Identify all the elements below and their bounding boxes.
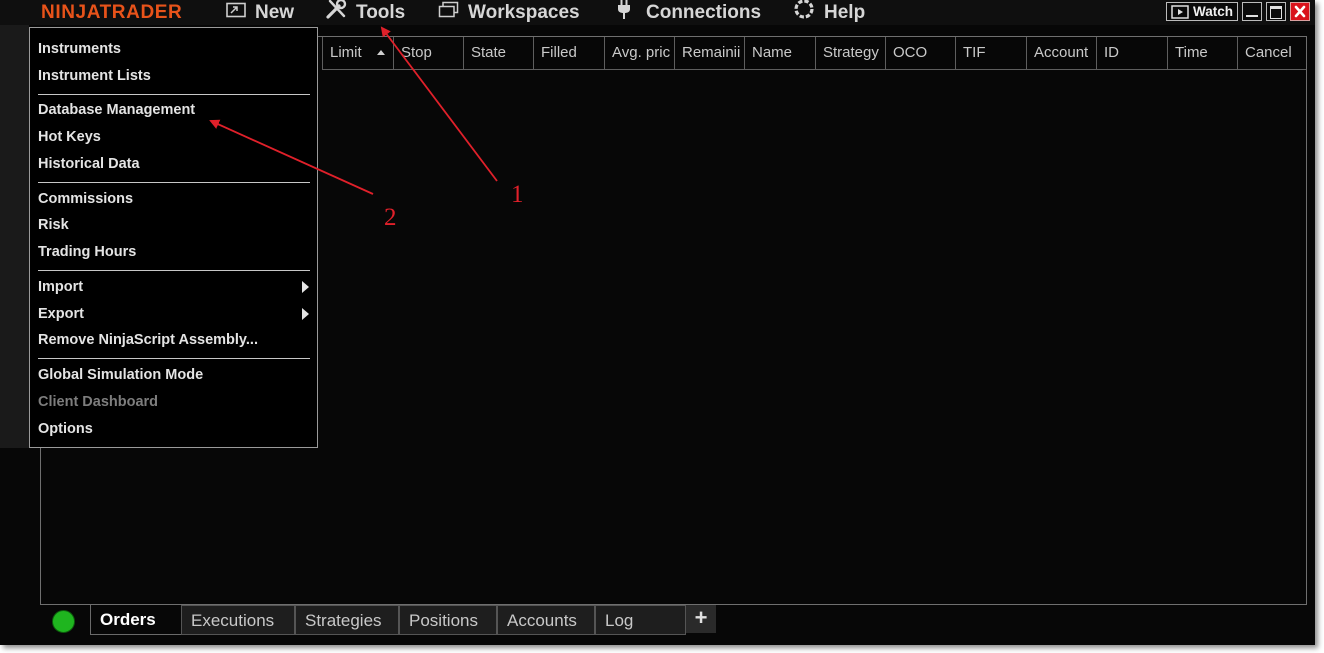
annotation-arrow-2: [209, 119, 374, 195]
annotation-label-2: 2: [384, 204, 397, 231]
annotation-label-1: 1: [511, 181, 524, 208]
annotation-arrows: [209, 26, 498, 195]
annotation-arrow-1: [380, 26, 498, 182]
